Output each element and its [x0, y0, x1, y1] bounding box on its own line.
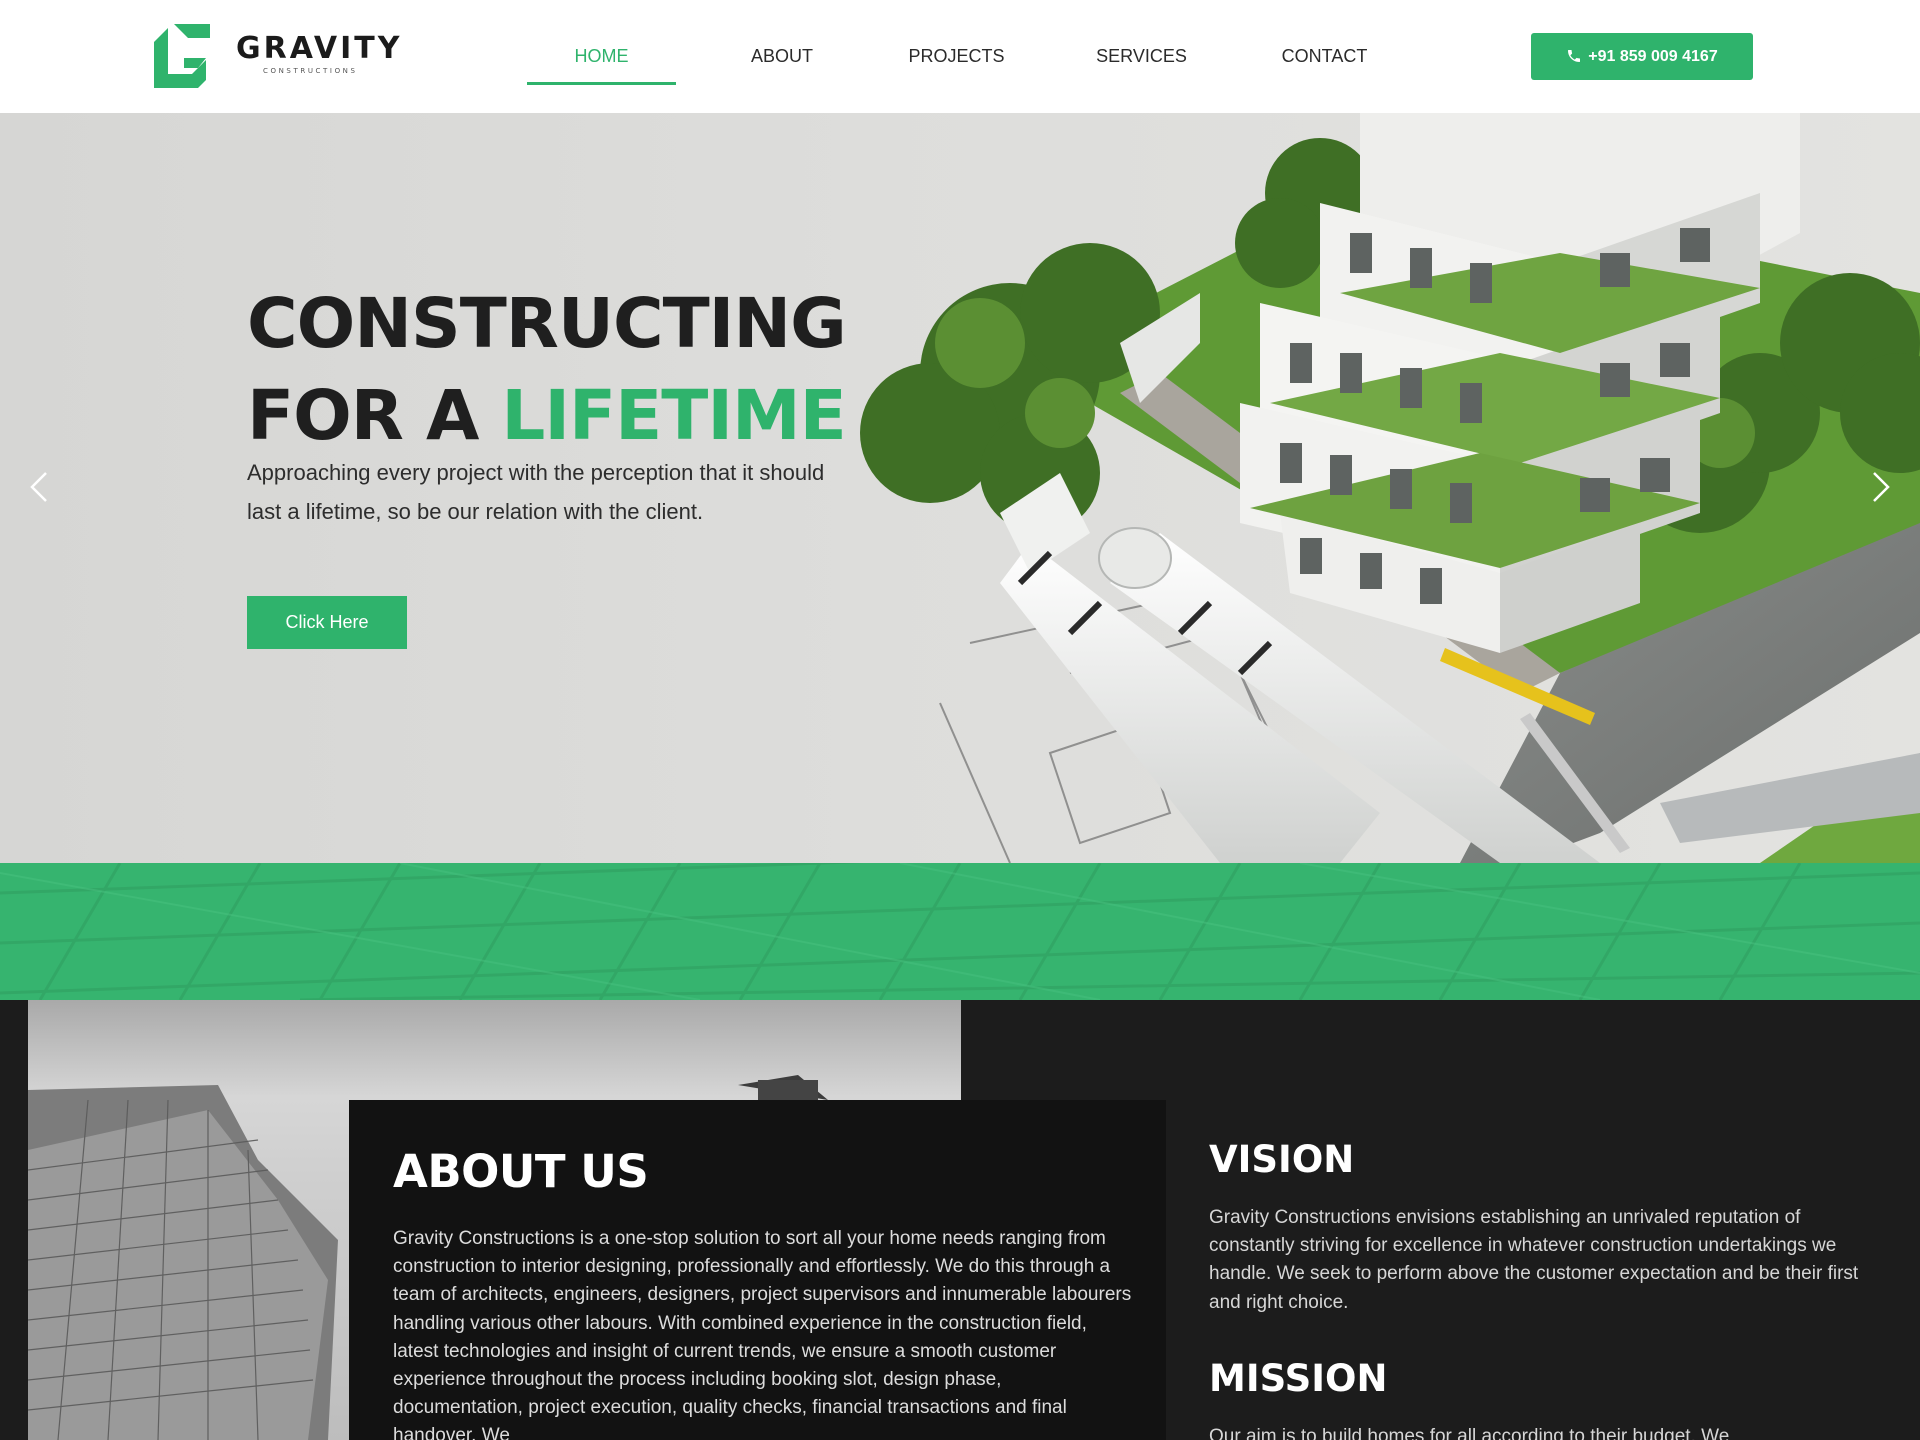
hero-title-line2-prefix: FOR A [247, 376, 502, 456]
vision-text: Gravity Constructions envisions establis… [1209, 1207, 1859, 1313]
hero-title: CONSTRUCTING FOR A LIFETIME [247, 278, 847, 462]
vision-block: VISION Gravity Constructions envisions e… [1209, 1136, 1859, 1317]
hero-title-line1: CONSTRUCTING [247, 284, 847, 364]
hero-cta-button[interactable]: Click Here [247, 596, 407, 649]
mission-block: MISSION Our aim is to build homes for al… [1209, 1355, 1859, 1440]
about-title: ABOUT US [393, 1145, 649, 1198]
band-pattern-image [0, 863, 1920, 1000]
about-text: Gravity Constructions is a one-stop solu… [393, 1228, 1132, 1440]
nav-item-services[interactable]: SERVICES [1060, 0, 1223, 113]
slider-next-button[interactable] [1860, 465, 1900, 509]
brand-logo[interactable]: GRAVITY CONSTRUCTIONS [154, 22, 399, 90]
mission-title: MISSION [1209, 1357, 1388, 1400]
about-section: ABOUT US Gravity Constructions is a one-… [0, 1000, 1920, 1440]
slider-prev-button[interactable] [20, 465, 60, 509]
about-card: ABOUT US Gravity Constructions is a one-… [349, 1100, 1166, 1440]
green-pattern-band [0, 863, 1920, 1000]
nav-item-projects[interactable]: PROJECTS [875, 0, 1038, 113]
brand-name: GRAVITY [236, 31, 403, 66]
phone-icon [1568, 50, 1581, 62]
nav-item-about[interactable]: ABOUT [712, 0, 852, 113]
phone-number: +91 859 009 4167 [1588, 48, 1718, 65]
mission-text: Our aim is to build homes for all accord… [1209, 1426, 1730, 1440]
nav-active-underline [527, 82, 676, 85]
gravity-logo-icon [154, 24, 210, 88]
brand-tagline: CONSTRUCTIONS [263, 67, 358, 75]
hero-description: Approaching every project with the perce… [247, 460, 825, 524]
hero-slider: CONSTRUCTING FOR A LIFETIME Approaching … [0, 113, 1920, 863]
vision-title: VISION [1209, 1138, 1355, 1181]
nav-item-contact[interactable]: CONTACT [1242, 0, 1407, 113]
nav-item-home[interactable]: HOME [527, 0, 676, 113]
site-header: GRAVITY CONSTRUCTIONS HOME ABOUT PROJECT… [0, 0, 1920, 113]
phone-call-button[interactable]: +91 859 009 4167 [1531, 33, 1753, 80]
chevron-left-icon [30, 472, 47, 502]
chevron-right-icon [1873, 472, 1890, 502]
hero-title-accent: LIFETIME [501, 376, 846, 456]
